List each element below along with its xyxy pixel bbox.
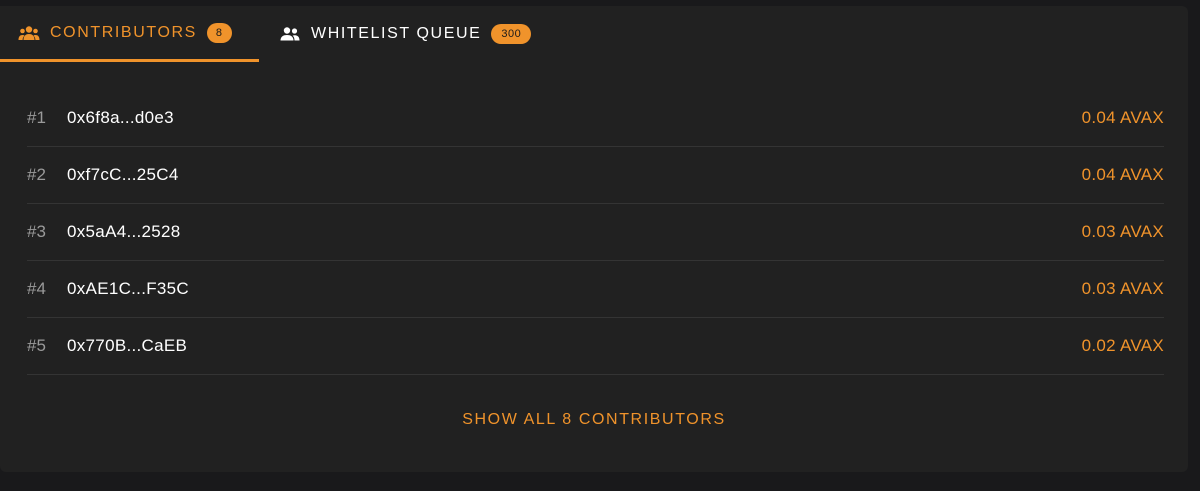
contributor-address[interactable]: 0xAE1C...F35C bbox=[67, 279, 189, 299]
contributor-address[interactable]: 0x770B...CaEB bbox=[67, 336, 187, 356]
contributor-rank: #4 bbox=[27, 279, 46, 298]
contributor-amount: 0.02 AVAX bbox=[1081, 336, 1164, 355]
show-all-contributors-button[interactable]: SHOW ALL 8 CONTRIBUTORS bbox=[0, 411, 1188, 429]
contributors-list: #1 0x6f8a...d0e3 0.04 AVAX #2 0xf7cC...2… bbox=[27, 90, 1164, 375]
contributors-panel: CONTRIBUTORS 8 WHITELIST QUEUE 300 #1 0x… bbox=[0, 6, 1188, 472]
contributor-row: #2 0xf7cC...25C4 0.04 AVAX bbox=[27, 147, 1164, 204]
contributor-rank: #5 bbox=[27, 336, 46, 355]
whitelist-count-badge: 300 bbox=[491, 24, 532, 44]
contributor-amount: 0.04 AVAX bbox=[1081, 108, 1164, 127]
tab-whitelist-label: WHITELIST QUEUE bbox=[311, 25, 482, 42]
contributor-address[interactable]: 0x5aA4...2528 bbox=[67, 222, 181, 242]
tab-whitelist-queue[interactable]: WHITELIST QUEUE 300 bbox=[259, 6, 532, 62]
contributor-amount: 0.04 AVAX bbox=[1081, 165, 1164, 184]
contributor-rank: #3 bbox=[27, 222, 46, 241]
contributor-amount: 0.03 AVAX bbox=[1081, 222, 1164, 241]
contributor-row: #5 0x770B...CaEB 0.02 AVAX bbox=[27, 318, 1164, 375]
contributor-address[interactable]: 0xf7cC...25C4 bbox=[67, 165, 179, 185]
contributor-row: #1 0x6f8a...d0e3 0.04 AVAX bbox=[27, 90, 1164, 147]
people-icon bbox=[279, 25, 301, 43]
tab-contributors[interactable]: CONTRIBUTORS 8 bbox=[0, 6, 259, 62]
group-icon bbox=[18, 24, 40, 42]
contributor-address[interactable]: 0x6f8a...d0e3 bbox=[67, 108, 174, 128]
contributor-row: #3 0x5aA4...2528 0.03 AVAX bbox=[27, 204, 1164, 261]
tab-bar: CONTRIBUTORS 8 WHITELIST QUEUE 300 bbox=[0, 6, 1188, 62]
contributor-rank: #1 bbox=[27, 108, 46, 127]
tab-contributors-label: CONTRIBUTORS bbox=[50, 23, 197, 41]
contributors-count-badge: 8 bbox=[206, 22, 232, 43]
contributor-row: #4 0xAE1C...F35C 0.03 AVAX bbox=[27, 261, 1164, 318]
contributor-rank: #2 bbox=[27, 165, 46, 184]
contributor-amount: 0.03 AVAX bbox=[1081, 279, 1164, 298]
